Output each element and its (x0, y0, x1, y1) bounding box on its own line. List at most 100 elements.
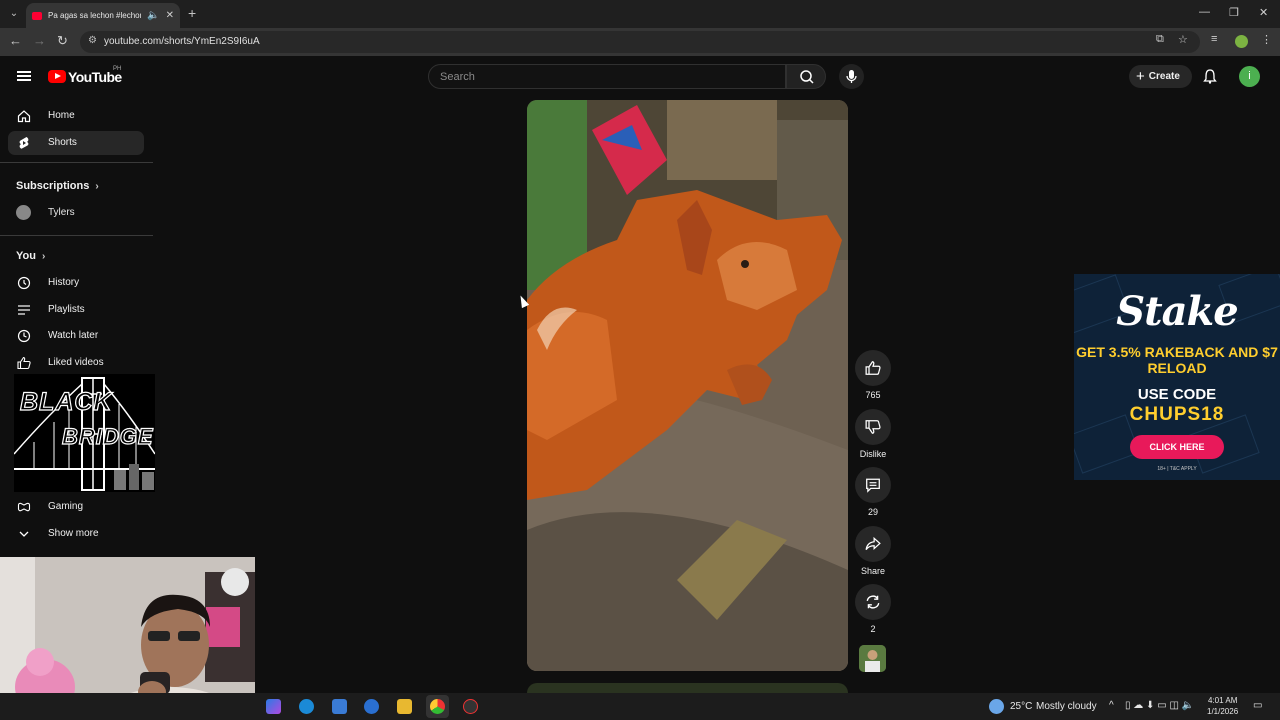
remix-button[interactable] (855, 584, 891, 620)
tab-search-icon[interactable]: ⌄ (6, 6, 22, 22)
menu-icon[interactable] (17, 71, 31, 81)
subscription-tylers[interactable]: Tylers (48, 207, 75, 218)
watch-later-icon (17, 329, 31, 343)
sidebar-item-label: Shorts (48, 137, 77, 148)
sidebar-item-show-more[interactable]: Show more (8, 522, 144, 546)
tray-icons[interactable]: ▯ ☁ ⬇ ▭ ◫ 🔈 (1125, 700, 1194, 711)
reload-icon[interactable]: ↻ (57, 33, 68, 49)
chevron-right-icon: › (95, 181, 99, 192)
sidebar-divider (0, 235, 153, 236)
sidebar-item-label: Liked videos (48, 357, 104, 368)
shorts-icon (19, 137, 29, 149)
share-label: Share (860, 566, 886, 576)
comments-action[interactable]: 29 (855, 467, 891, 517)
ad-cta-button[interactable]: CLICK HERE (1130, 435, 1224, 459)
sidebar-item-label: History (48, 277, 80, 288)
new-tab-icon[interactable]: + (188, 5, 196, 21)
gaming-icon (17, 502, 31, 512)
copilot-icon[interactable] (266, 699, 281, 714)
ad-offer: GET 3.5% RAKEBACK AND $7 RELOAD (1076, 344, 1278, 376)
weather-temp[interactable]: 25°C (1010, 701, 1032, 712)
ad-promo-code: CHUPS18 (1129, 404, 1225, 425)
sidebar-item-watch-later[interactable]: Watch later (8, 324, 144, 348)
youtube-logo-icon[interactable] (48, 70, 66, 83)
voice-search-button[interactable] (839, 64, 864, 89)
sidebar-item-playlists[interactable]: Playlists (8, 298, 144, 322)
share-button[interactable] (855, 526, 891, 562)
site-info-icon[interactable]: ⚙ (88, 35, 97, 46)
short-video-player[interactable] (527, 100, 848, 671)
like-icon (17, 356, 31, 370)
minimize-icon[interactable]: — (1199, 6, 1210, 18)
sidebar-item-liked-videos[interactable]: Liked videos (8, 351, 144, 375)
black-bridge-watermark: BLACK BRIDGE (14, 374, 155, 492)
media-icon[interactable]: ≡ (1211, 33, 1217, 45)
sidebar-item-label: Watch later (48, 330, 99, 341)
weather-desc[interactable]: Mostly cloudy (1036, 701, 1097, 712)
speaker-icon[interactable]: 🔈 (147, 10, 159, 21)
clock-date[interactable]: 1/1/2026 (1207, 707, 1238, 716)
install-icon[interactable]: ⧉ (1156, 33, 1164, 46)
edge-icon[interactable] (299, 699, 314, 714)
like-button[interactable] (855, 350, 891, 386)
notifications-bell-icon[interactable] (1203, 69, 1217, 84)
weather-icon[interactable] (989, 699, 1004, 714)
forward-icon[interactable]: → (33, 33, 46, 48)
share-icon (865, 536, 881, 551)
clock-time[interactable]: 4:01 AM (1208, 696, 1237, 705)
sidebar-item-history[interactable]: History (8, 271, 144, 295)
close-tab-icon[interactable]: ✕ (166, 10, 174, 21)
you-heading[interactable]: You › (16, 250, 45, 262)
address-bar[interactable]: ⚙ youtube.com/shorts/YmEn2S9I6uA (80, 31, 1200, 53)
comments-button[interactable] (855, 467, 891, 503)
search-button[interactable] (786, 64, 826, 89)
remix-count: 2 (870, 624, 876, 634)
menu-dots-icon[interactable]: ⋮ (1261, 33, 1272, 46)
maximize-icon[interactable]: ❐ (1229, 6, 1239, 19)
back-icon[interactable]: ← (9, 33, 22, 48)
browser-toolbar: ← → ↻ ⚙ youtube.com/shorts/YmEn2S9I6uA ⧉… (0, 28, 1280, 56)
close-window-icon[interactable]: ✕ (1259, 6, 1268, 19)
recording-app-icon[interactable] (463, 699, 478, 714)
subscriptions-heading[interactable]: Subscriptions › (16, 180, 99, 192)
search-field[interactable] (428, 64, 786, 89)
browser-title-bar: ⌄ Pa agas sa lechon #lechon 🔈 ✕ + — ❐ ✕ (0, 0, 1280, 28)
file-explorer-icon[interactable] (397, 699, 412, 714)
dislike-action[interactable]: Dislike (855, 409, 891, 459)
create-label: Create (1148, 71, 1180, 82)
app-icon[interactable] (364, 699, 379, 714)
sidebar-item-gaming[interactable]: Gaming (8, 495, 144, 519)
store-icon[interactable] (332, 699, 347, 714)
ad-terms: 18+ | T&C APPLY (1157, 466, 1197, 472)
search-input[interactable] (429, 65, 785, 88)
subscriptions-title: Subscriptions (16, 180, 90, 192)
browser-profile-avatar[interactable] (1235, 35, 1248, 48)
dislike-button[interactable] (855, 409, 891, 445)
account-avatar[interactable]: i (1239, 66, 1260, 87)
sidebar-item-label: Playlists (48, 304, 85, 315)
comment-count: 29 (867, 507, 878, 517)
search-icon (800, 70, 814, 84)
share-action[interactable]: Share (855, 526, 891, 576)
create-button[interactable]: + Create (1129, 65, 1192, 88)
sidebar-item-shorts[interactable]: Shorts (8, 131, 144, 155)
chevron-right-icon: › (41, 251, 46, 262)
bookmark-star-icon[interactable]: ☆ (1178, 33, 1188, 46)
chrome-icon[interactable] (430, 699, 445, 714)
tray-overflow-icon[interactable]: ^ (1109, 700, 1114, 711)
watermark-line1: BLACK (19, 387, 113, 416)
ad-brand: Stake (1116, 288, 1238, 335)
comment-icon (866, 478, 880, 493)
dislike-label: Dislike (859, 449, 887, 459)
browser-tab[interactable]: Pa agas sa lechon #lechon 🔈 ✕ (26, 3, 180, 28)
stake-ad-banner[interactable]: Stake GET 3.5% RAKEBACK AND $7 RELOAD US… (1074, 274, 1280, 480)
like-action[interactable]: 765 (855, 350, 891, 400)
notifications-icon[interactable]: ▭ (1253, 700, 1262, 711)
plus-icon: + (1136, 68, 1145, 85)
sidebar-item-home[interactable]: Home (8, 104, 144, 128)
sound-thumbnail[interactable] (859, 645, 886, 672)
remix-action[interactable]: 2 (855, 584, 891, 634)
thumbs-down-icon (865, 420, 881, 434)
tab-title: Pa agas sa lechon #lechon (48, 11, 142, 20)
channel-avatar (16, 205, 31, 220)
